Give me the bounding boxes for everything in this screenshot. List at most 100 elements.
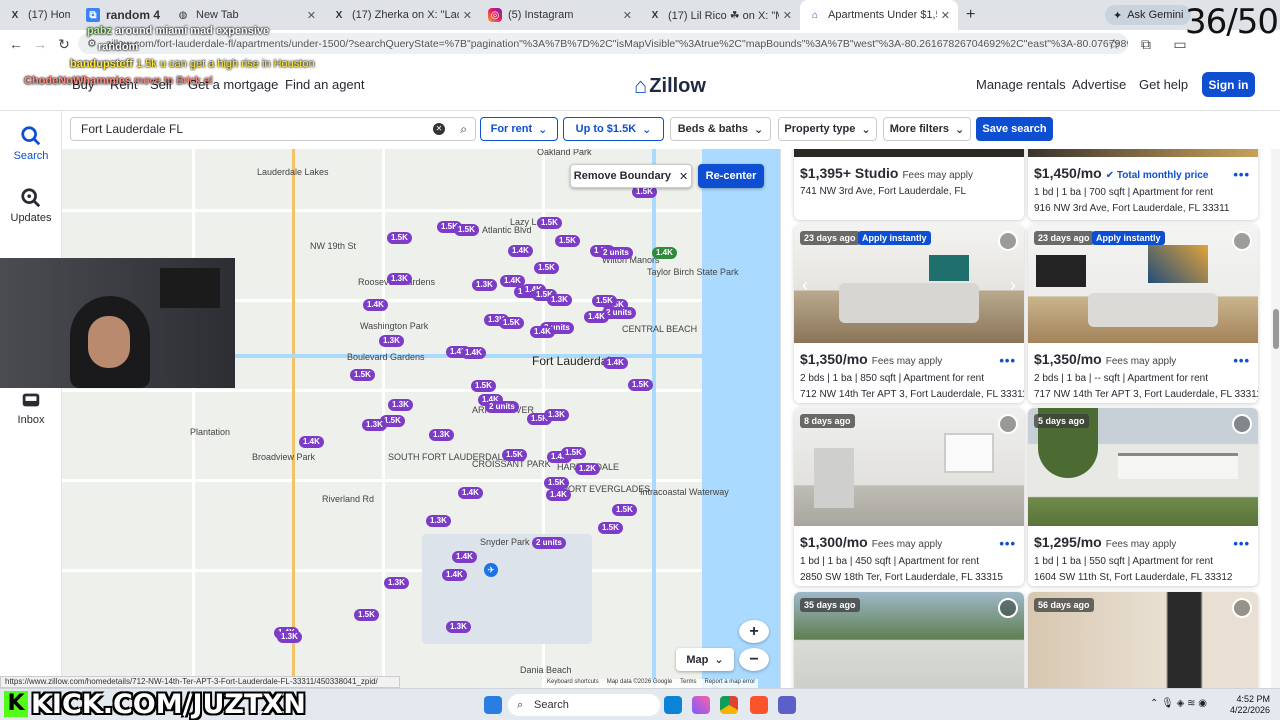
price-pin[interactable]: 1.5K [387, 232, 412, 244]
browser-tab[interactable]: ◎ (5) Instagram ✕ [480, 0, 640, 30]
nav-find-an-agent[interactable]: Find an agent [285, 77, 365, 92]
close-tab-icon[interactable]: ✕ [623, 9, 632, 22]
price-pin[interactable]: 1.5K [612, 504, 637, 516]
price-pin[interactable]: 1.4K [584, 311, 609, 323]
save-search-button[interactable]: Save search [976, 117, 1053, 141]
nav-get-a-mortgage[interactable]: Get a mortgage [188, 77, 278, 92]
close-tab-icon[interactable]: ✕ [941, 9, 950, 22]
price-pin[interactable]: 1.4K [530, 326, 555, 338]
price-pin[interactable]: 1.5K [561, 447, 586, 459]
address-bar[interactable]: ⚙ zillow.com/fort-lauderdale-fl/apartmen… [78, 33, 1128, 54]
price-pin[interactable]: 1.3K [544, 409, 569, 421]
reload-icon[interactable]: ↻ [54, 34, 74, 54]
zoom-out-button[interactable]: − [739, 648, 769, 671]
price-pin[interactable]: 1.3K [547, 294, 572, 306]
price-pin[interactable]: 1.5K [555, 235, 580, 247]
price-pin[interactable]: 2 units [532, 537, 566, 549]
map-type-select[interactable]: Map ⌄ [676, 648, 734, 671]
price-pin[interactable]: 1.4K [508, 245, 533, 257]
system-clock[interactable]: 4:52 PM 4/22/2026 [1224, 694, 1270, 716]
price-pin[interactable]: 1.4K [603, 357, 628, 369]
chevron-right-icon[interactable]: › [1010, 275, 1016, 296]
nav-sell[interactable]: Sell [150, 77, 172, 92]
price-pin[interactable]: 1.5K [598, 522, 623, 534]
price-pin[interactable]: 2 units [599, 247, 633, 259]
sidebar-item-search[interactable]: Search [0, 125, 62, 162]
system-tray-icons[interactable]: ⌃ 🎙 ◈ ≋ ◉ [1150, 698, 1207, 709]
more-options-icon[interactable]: ••• [999, 536, 1016, 551]
more-options-icon[interactable]: ••• [1233, 353, 1250, 368]
property-type-filter[interactable]: Property type ⌄ [778, 117, 877, 141]
brave-icon[interactable] [750, 696, 768, 714]
ask-gemini-button[interactable]: ✦ Ask Gemini [1105, 5, 1192, 25]
more-options-icon[interactable]: ••• [1233, 536, 1250, 551]
sign-in-button[interactable]: Sign in [1202, 72, 1255, 97]
back-arrow-icon[interactable]: ← [6, 34, 26, 54]
price-pin[interactable]: 1.2K [575, 463, 600, 475]
price-pin[interactable]: 1.3K [384, 577, 409, 589]
listing-photo[interactable] [1028, 149, 1258, 157]
price-pin[interactable]: 1.3K [426, 515, 451, 527]
edge-icon[interactable] [664, 696, 682, 714]
browser-tab-active[interactable]: ⌂ Apartments Under $1,500 in Fo ✕ [800, 0, 958, 30]
price-pin[interactable]: 2 units [485, 401, 519, 413]
price-pin[interactable]: 1.4K [363, 299, 388, 311]
clear-icon[interactable]: ✕ [433, 123, 445, 135]
price-pin[interactable]: 1.4K [461, 347, 486, 359]
price-pin[interactable]: 1.4K [452, 551, 477, 563]
price-pin[interactable]: 1.5K [628, 379, 653, 391]
bookmark-star-icon[interactable]: ☆ [1104, 34, 1124, 54]
price-pin[interactable]: 1.3K [387, 273, 412, 285]
browser-tab[interactable]: X (17) Home / X [0, 0, 78, 30]
price-pin[interactable]: 1.5K [534, 262, 559, 274]
heart-icon[interactable] [998, 231, 1018, 251]
listing-card[interactable]: 5 days ago $1,295/mo Fees may apply ••• 1… [1028, 408, 1258, 586]
nav-get-help[interactable]: Get help [1139, 77, 1188, 92]
price-pin[interactable]: 1.3K [446, 621, 471, 633]
price-pin[interactable]: 1.4K [442, 569, 467, 581]
more-filters-button[interactable]: More filters ⌄ [883, 117, 971, 141]
heart-icon[interactable] [1232, 598, 1252, 618]
heart-icon[interactable] [1232, 231, 1252, 251]
price-pin[interactable]: 1.3K [429, 429, 454, 441]
zoom-in-button[interactable]: + [739, 620, 769, 643]
more-options-icon[interactable]: ••• [999, 353, 1016, 368]
more-options-icon[interactable]: ••• [1233, 167, 1250, 182]
price-pin[interactable]: 1.4K [546, 489, 571, 501]
price-pin[interactable]: 1.5K [499, 317, 524, 329]
zillow-logo[interactable]: ⌂ Zillow [634, 73, 706, 99]
browser-tab[interactable]: X (17) Lil Rico ☘ on X: "Man gets ✕ [640, 0, 800, 30]
sidebar-item-updates[interactable]: Updates [0, 187, 62, 224]
nav-advertise[interactable]: Advertise [1072, 77, 1126, 92]
price-pin[interactable]: 1.5K [354, 609, 379, 621]
windows-start-icon[interactable] [484, 696, 502, 714]
browser-tab[interactable]: ⧉ random 4x4 [78, 0, 168, 30]
nav-manage-rentals[interactable]: Manage rentals [976, 77, 1066, 92]
price-pin[interactable]: 1.4K [652, 247, 677, 259]
listing-photo[interactable] [794, 149, 1024, 157]
sidebar-item-inbox[interactable]: Inbox [0, 389, 62, 426]
terms-link[interactable]: Terms [680, 679, 696, 688]
listing-card[interactable]: 8 days ago $1,300/mo Fees may apply ••• 1… [794, 408, 1024, 586]
scrollbar[interactable] [1271, 149, 1280, 688]
chevron-left-icon[interactable]: ‹ [802, 275, 808, 296]
map-view[interactable]: ✈ Oakland Park Lauderdale Lakes Lazy Lak… [62, 149, 780, 688]
forward-arrow-icon[interactable]: → [30, 34, 50, 54]
price-pin[interactable]: 1.5K [454, 224, 479, 236]
for-rent-filter[interactable]: For rent ⌄ [480, 117, 558, 141]
remove-boundary-button[interactable]: Remove Boundary ✕ [570, 164, 692, 188]
re-center-button[interactable]: Re-center [698, 164, 764, 188]
beds-baths-filter[interactable]: Beds & baths ⌄ [670, 117, 771, 141]
browser-tab[interactable]: ◍ New Tab ✕ [168, 0, 324, 30]
search-icon[interactable]: ⌕ [460, 122, 467, 137]
price-filter[interactable]: Up to $1.5K ⌄ [563, 117, 664, 141]
price-pin[interactable]: 1.5K [537, 217, 562, 229]
listing-card[interactable]: 35 days ago [794, 592, 1024, 688]
price-pin[interactable]: 1.3K [379, 335, 404, 347]
price-pin[interactable]: 1.4K [299, 436, 324, 448]
listing-card[interactable]: ‹ › 23 days ago Apply instantly $1,350/m… [794, 225, 1024, 403]
price-pin[interactable]: 1.5K [350, 369, 375, 381]
listing-card[interactable]: $1,450/mo ✔ Total monthly price ••• 1 bd … [1028, 149, 1258, 220]
listing-card[interactable]: 23 days ago Apply instantly $1,350/mo Fee… [1028, 225, 1258, 403]
browser-tab[interactable]: X (17) Zherka on X: "Lacy's girlfrie ✕ [324, 0, 480, 30]
